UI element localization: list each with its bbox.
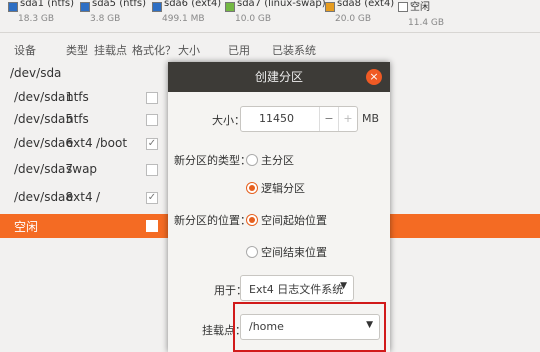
radio-start[interactable] [246,214,258,226]
radio-logical-label[interactable]: 逻辑分区 [261,180,305,196]
legend-size: 20.0 GB [335,14,372,24]
header-device[interactable]: 设备 [14,42,36,58]
legend-name: sda6 (ext4) [164,0,222,9]
close-icon[interactable]: × [366,69,382,85]
header-size[interactable]: 大小 [178,42,200,58]
decrement-button[interactable]: − [319,107,338,131]
row-type: ntfs [66,90,89,104]
size-value[interactable]: 11450 [259,112,294,125]
legend-swatch [152,2,162,12]
dialog-title: 创建分区 [168,62,390,92]
radio-primary-label[interactable]: 主分区 [261,152,294,168]
size-unit: MB [362,112,380,125]
row-device: /dev/sda [10,66,62,80]
legend-swatch [80,2,90,12]
format-checkbox[interactable] [146,220,158,232]
radio-logical[interactable] [246,182,258,194]
header-used[interactable]: 已用 [228,42,250,58]
legend-size: 18.3 GB [18,14,55,24]
format-checkbox[interactable]: ✓ [146,192,158,204]
legend-name: sda7 (linux-swap) [237,0,326,9]
row-mount: /boot [96,136,128,150]
location-label: 新分区的位置： [174,214,251,227]
row-type: ext4 [66,190,93,204]
format-checkbox[interactable] [146,164,158,176]
legend-swatch [398,2,408,12]
format-checkbox[interactable] [146,114,158,126]
legend-swatch [325,2,335,12]
legend-size: 10.0 GB [235,14,272,24]
format-checkbox[interactable]: ✓ [146,138,158,150]
row-mount: / [96,190,101,204]
legend-name: 空闲 [410,2,430,13]
filesystem-dropdown[interactable]: Ext4 日志文件系统 ▼ [240,275,354,301]
row-device: /dev/sda1 [14,90,74,104]
radio-primary[interactable] [246,154,258,166]
filesystem-value: Ext4 日志文件系统 [249,283,344,296]
header-format[interactable]: 格式化？ [132,42,176,58]
chevron-down-icon: ▼ [340,281,347,291]
row-device: /dev/sda8 [14,190,74,204]
type-label: 新分区的类型： [174,154,251,167]
radio-end[interactable] [246,246,258,258]
row-type: ext4 [66,136,93,150]
row-device: /dev/sda7 [14,162,74,176]
header-system[interactable]: 已装系统 [272,42,316,58]
header-mount[interactable]: 挂载点 [94,42,127,58]
legend-swatch [225,2,235,12]
legend-size: 11.4 GB [408,18,445,28]
legend-size: 3.8 GB [90,14,121,24]
radio-start-label[interactable]: 空间起始位置 [261,212,327,228]
divider [0,32,540,33]
row-device: 空闲 [14,220,39,234]
increment-button[interactable]: + [338,107,357,131]
legend-name: sda1 (ntfs) [20,0,75,9]
legend-swatch [8,2,18,12]
legend-size: 499.1 MB [162,14,205,24]
row-device: /dev/sda6 [14,136,74,150]
highlight-box [233,302,386,352]
row-type: ntfs [66,112,89,126]
row-device: /dev/sda5 [14,112,74,126]
legend-name: sda5 (ntfs) [92,0,147,9]
legend-name: sda8 (ext4) [337,0,395,9]
header-type[interactable]: 类型 [66,42,88,58]
row-type: swap [66,162,98,176]
size-spinbox[interactable]: 11450 − + [240,106,358,132]
format-checkbox[interactable] [146,92,158,104]
radio-end-label[interactable]: 空间结束位置 [261,244,327,260]
